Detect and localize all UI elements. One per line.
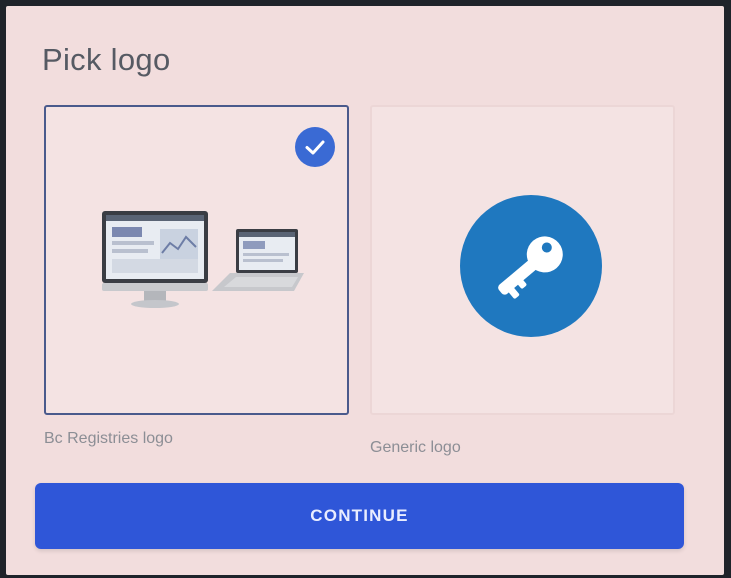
continue-button[interactable]: CONTINUE (35, 483, 684, 549)
page-title: Pick logo (42, 42, 171, 77)
selected-check-icon (295, 127, 335, 167)
key-icon (498, 236, 563, 299)
logo-option-generic[interactable] (370, 105, 675, 415)
logo-picker-screen: Pick logo Bc Registries logo Generic log… (6, 6, 724, 575)
logo-caption-generic: Generic logo (370, 439, 461, 456)
computer-devices-illustration (102, 211, 304, 308)
key-logo-circle (460, 195, 602, 337)
logo-caption-bc-registries: Bc Registries logo (44, 430, 173, 447)
device-frame: Pick logo Bc Registries logo Generic log… (0, 0, 731, 578)
logo-option-bc-registries[interactable] (44, 105, 349, 415)
